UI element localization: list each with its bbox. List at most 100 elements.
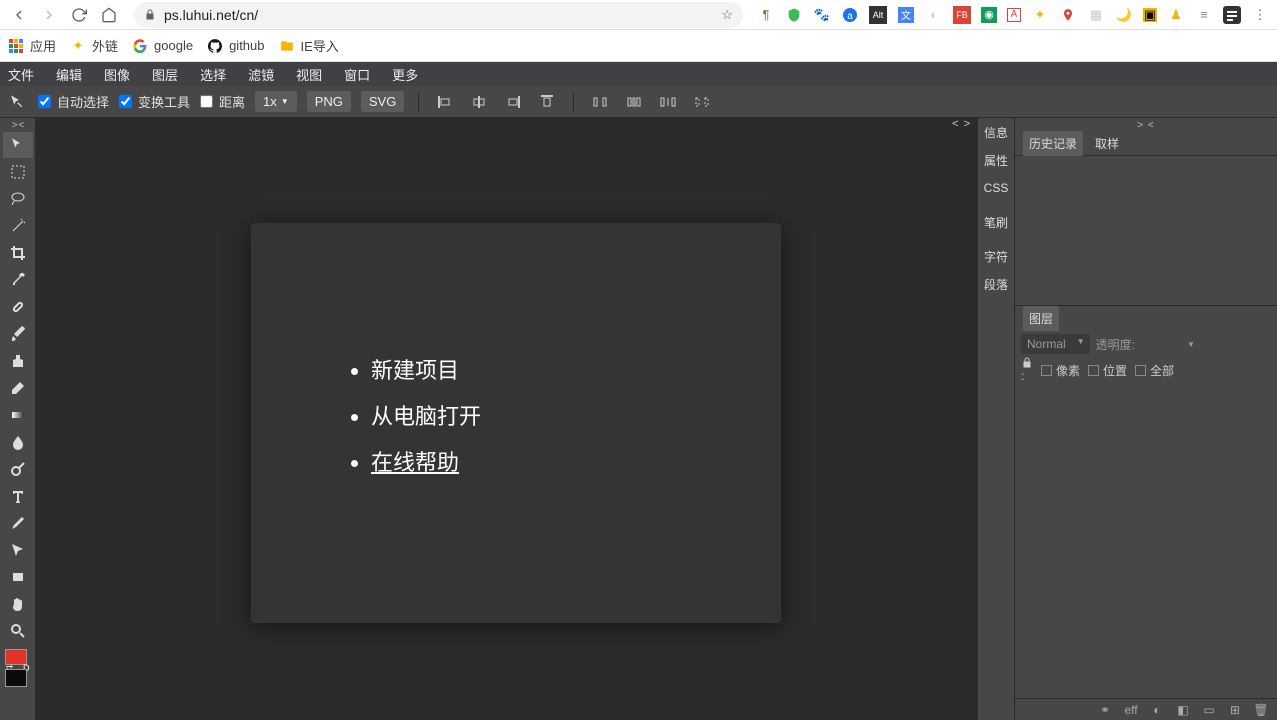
menu-select[interactable]: 选择 [200,65,226,84]
blend-mode-select[interactable]: Normal [1021,334,1090,354]
menu-image[interactable]: 图像 [104,65,130,84]
canvas-area[interactable]: < > 新建项目 从电脑打开 在线帮助 [36,118,977,720]
new-layer-icon[interactable]: ⊞ [1227,702,1243,718]
gradient-tool[interactable] [3,402,33,428]
ext-icon-shield[interactable] [785,6,803,24]
bookmark-apps[interactable]: 应用 [8,36,56,55]
forward-button[interactable] [38,4,60,26]
vtab-css[interactable]: CSS [978,174,1014,202]
tab-history[interactable]: 历史记录 [1023,131,1083,156]
shape-tool[interactable] [3,564,33,590]
ext-icon-1[interactable]: ¶ [757,6,775,24]
bookmark-github[interactable]: github [207,38,264,54]
vtab-info[interactable]: 信息 [978,118,1014,146]
distribute-3-icon[interactable] [656,90,680,114]
menu-more[interactable]: 更多 [392,65,418,84]
menu-view[interactable]: 视图 [296,65,322,84]
eyedropper-tool[interactable] [3,267,33,293]
distribute-v-icon[interactable] [622,90,646,114]
crop-tool[interactable] [3,240,33,266]
ext-icon-12[interactable]: ♟ [1167,6,1185,24]
history-panel-body[interactable] [1015,156,1277,306]
ext-icon-13[interactable]: ≡ [1195,6,1213,24]
new-folder-icon[interactable]: ▭ [1201,702,1217,718]
lasso-tool[interactable] [3,186,33,212]
hand-tool[interactable] [3,591,33,617]
ext-icon-5[interactable]: FB [953,6,971,24]
path-tool[interactable] [3,537,33,563]
menu-edit[interactable]: 编辑 [56,65,82,84]
ext-icon-4[interactable]: ◐ [925,6,943,24]
toolbar-collapse[interactable]: > < [12,120,23,132]
vtab-char[interactable]: 字符 [978,242,1014,270]
bookmark-google[interactable]: google [132,38,193,54]
zoom-tool[interactable] [3,618,33,644]
zoom-select[interactable]: 1x▼ [255,91,297,112]
marquee-tool[interactable] [3,159,33,185]
adjustment-layer-icon[interactable]: ◧ [1175,702,1191,718]
align-top-icon[interactable] [535,90,559,114]
lock-position-checkbox[interactable]: 位置 [1088,362,1127,379]
ext-icon-pin[interactable] [1059,6,1077,24]
tab-swatches[interactable]: 取样 [1095,131,1119,156]
bookmark-ie-import[interactable]: IE导入 [279,36,339,55]
welcome-help[interactable]: 在线帮助 [371,445,701,477]
vtab-props[interactable]: 属性 [978,146,1014,174]
transform-checkbox[interactable]: 变换工具 [119,92,190,111]
distance-checkbox[interactable]: 距离 [200,92,245,111]
back-button[interactable] [8,4,30,26]
background-color[interactable] [5,669,27,687]
brush-tool[interactable] [3,321,33,347]
ext-icon-8[interactable]: ✦ [1031,6,1049,24]
panel-collapse-handle[interactable]: > < [1015,118,1277,132]
ext-icon-translate[interactable]: 文 [897,6,915,24]
tab-layers[interactable]: 图层 [1023,306,1059,331]
welcome-open-local[interactable]: 从电脑打开 [371,399,701,431]
ext-icon-11[interactable]: ▣ [1143,8,1157,22]
distribute-h-icon[interactable] [588,90,612,114]
png-button[interactable]: PNG [307,91,351,112]
home-button[interactable] [98,4,120,26]
pen-tool[interactable] [3,510,33,536]
ext-icon-10[interactable]: 🌙 [1115,6,1133,24]
text-tool[interactable] [3,483,33,509]
align-left-icon[interactable] [433,90,457,114]
bookmark-external[interactable]: ✦ 外链 [70,36,118,55]
reload-button[interactable] [68,4,90,26]
link-layers-icon[interactable]: ⚭ [1097,702,1113,718]
dodge-tool[interactable] [3,456,33,482]
ext-icon-14[interactable] [1223,6,1241,24]
menu-file[interactable]: 文件 [8,65,34,84]
move-tool[interactable] [3,132,33,158]
layer-effects-icon[interactable]: eff [1123,702,1139,718]
vtab-brush[interactable]: 笔刷 [978,208,1014,236]
healing-tool[interactable] [3,294,33,320]
wand-tool[interactable] [3,213,33,239]
menu-filter[interactable]: 滤镜 [248,65,274,84]
menu-layer[interactable]: 图层 [152,65,178,84]
ext-icon-3[interactable]: a [841,6,859,24]
lock-pixel-checkbox[interactable]: 像素 [1041,362,1080,379]
address-bar[interactable]: ps.luhui.net/cn/ ☆ [134,2,743,28]
auto-select-checkbox[interactable]: 自动选择 [38,92,109,111]
menu-window[interactable]: 窗口 [344,65,370,84]
menu-dots-icon[interactable]: ⋮ [1251,6,1269,24]
ext-icon-2[interactable]: 🐾 [813,6,831,24]
layers-body[interactable] [1015,382,1277,698]
welcome-new-project[interactable]: 新建项目 [371,353,701,385]
ext-icon-9[interactable]: ▦ [1087,6,1105,24]
ext-icon-6[interactable]: ◉ [981,7,997,23]
ext-icon-alt[interactable]: Alt [869,6,887,24]
eraser-tool[interactable] [3,375,33,401]
canvas-collapse-handle[interactable]: < > [952,118,971,130]
align-right-icon[interactable] [501,90,525,114]
lock-all-checkbox[interactable]: 全部 [1135,362,1174,379]
color-swatches[interactable]: ⇄D [3,649,33,689]
distribute-4-icon[interactable] [690,90,714,114]
layer-mask-icon[interactable]: ◐ [1149,702,1165,718]
delete-layer-icon[interactable]: 🗑 [1253,702,1269,718]
star-icon[interactable]: ☆ [721,7,733,23]
clone-tool[interactable] [3,348,33,374]
opacity-dropdown-icon[interactable]: ▼ [1187,340,1195,349]
align-hcenter-icon[interactable] [467,90,491,114]
